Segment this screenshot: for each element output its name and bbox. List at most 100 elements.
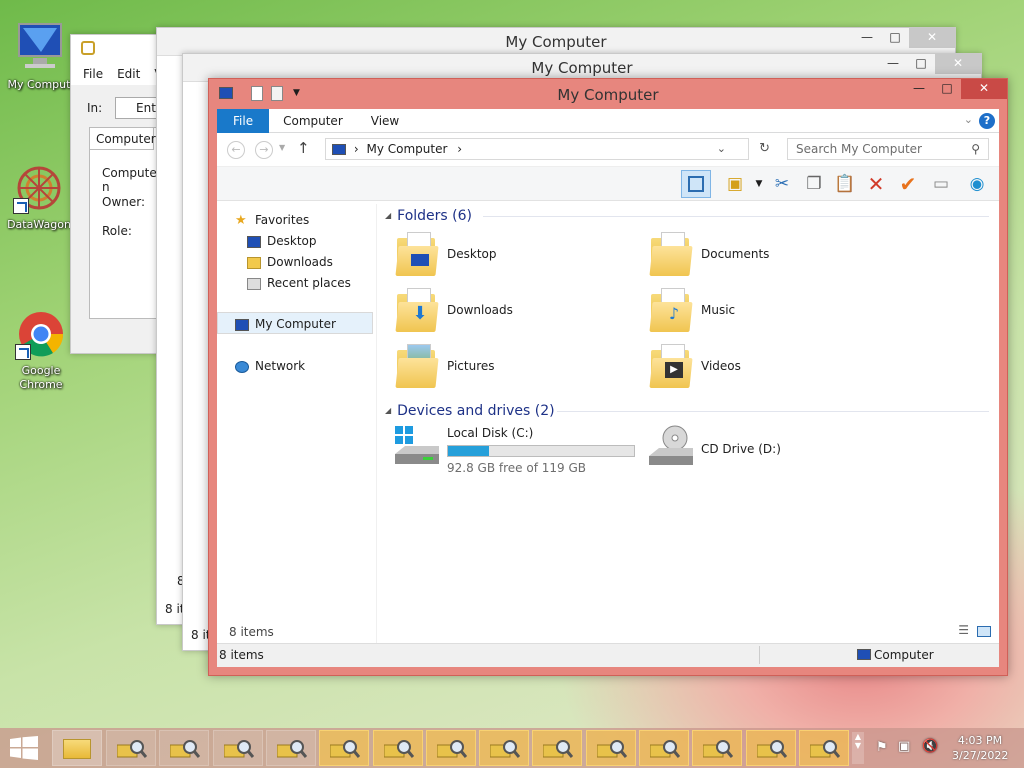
documents-folder-icon [649, 232, 693, 276]
address-bar[interactable]: › My Computer › ⌄ ↻ [325, 138, 770, 160]
drive-item-d[interactable]: CD Drive (D:) [647, 424, 897, 474]
drive-item-c[interactable]: Local Disk (C:) 92.8 GB free of 119 GB [393, 424, 643, 475]
up-button[interactable]: ↑ [297, 139, 310, 157]
network-status-icon[interactable]: ▣ [898, 739, 910, 754]
dropdown-icon[interactable]: ▼ [747, 172, 771, 196]
shortcut-arrow-icon [13, 198, 29, 214]
address-path[interactable]: My Computer [366, 142, 447, 156]
minimize-button[interactable]: — [905, 79, 933, 99]
nav-my-computer-label[interactable]: My Computer [235, 314, 336, 334]
checkbox-folder-icon[interactable]: ▣ [723, 172, 747, 196]
folder-label: Videos [701, 359, 741, 373]
nav-label: Recent places [267, 276, 351, 290]
folders-group-header[interactable]: ◢ Folders (6) [385, 206, 472, 226]
tab-computers[interactable]: Computers [90, 128, 162, 150]
close-button[interactable]: ✕ [935, 54, 981, 74]
status-items: 8 items [219, 648, 264, 662]
delete-icon[interactable]: ✕ [864, 172, 888, 196]
taskbar-app-button[interactable] [159, 730, 210, 766]
status-bar: 8 items Computer [217, 643, 999, 667]
taskbar-app-button[interactable] [585, 730, 636, 766]
nav-downloads[interactable]: Downloads [247, 252, 333, 272]
search-input[interactable]: Search My Computer ⚲ [787, 138, 989, 160]
taskbar-overflow[interactable]: ▲ ▼ [852, 732, 864, 764]
tab-file[interactable]: File [217, 109, 270, 133]
devices-group-header[interactable]: ◢ Devices and drives (2) [385, 401, 555, 421]
desktop-icon-my-computer[interactable]: My Comput [2, 20, 76, 92]
folder-item-pictures[interactable]: Pictures [395, 344, 637, 394]
rename-icon[interactable]: ▭ [929, 172, 953, 196]
menu-file[interactable]: File [83, 63, 103, 85]
search-directory-icon [702, 739, 734, 759]
window-title: My Computer [557, 86, 659, 104]
taskbar-app-button[interactable] [106, 730, 156, 766]
back-window[interactable]: File Edit V In: Enti Computers Computer … [70, 34, 175, 354]
taskbar-app-button[interactable] [372, 730, 423, 766]
folder-label: Desktop [447, 247, 497, 261]
minimize-button[interactable]: — [853, 28, 881, 48]
forward-button[interactable]: → [255, 141, 273, 159]
help-icon[interactable]: ? [979, 113, 995, 129]
close-button[interactable]: ✕ [909, 28, 955, 48]
taskbar-app-button[interactable] [265, 730, 316, 766]
refresh-icon[interactable]: ↻ [759, 139, 770, 159]
large-icons-view-icon[interactable] [977, 626, 991, 637]
start-button[interactable] [10, 736, 38, 760]
nav-label: Downloads [267, 255, 333, 269]
nav-label: Desktop [267, 234, 317, 248]
volume-muted-icon[interactable]: 🔇 [922, 739, 938, 754]
globe-icon[interactable]: ◉ [965, 172, 989, 196]
taskbar-app-button[interactable] [319, 730, 370, 766]
taskbar-app-button[interactable] [479, 730, 530, 766]
taskbar-file-explorer[interactable] [52, 730, 102, 766]
clock[interactable]: 4:03 PM 3/27/2022 [952, 733, 1008, 763]
checkmark-icon[interactable]: ✔ [896, 172, 920, 196]
taskbar-app-button[interactable] [425, 730, 476, 766]
navigation-pane: ★ Favorites Desktop Downloads Recent plac… [217, 204, 377, 643]
taskbar-app-button[interactable] [692, 730, 743, 766]
folder-item-desktop[interactable]: Desktop [395, 232, 637, 282]
ribbon-expand-icon[interactable]: ⌄ [964, 113, 973, 126]
desktop-icon-chrome[interactable]: Google Chrome [4, 306, 78, 392]
back-button[interactable]: ← [227, 141, 245, 159]
preview-pane-button[interactable] [681, 170, 711, 198]
details-view-icon[interactable]: ☰ [958, 623, 969, 637]
paste-icon[interactable]: 📋 [833, 172, 857, 196]
address-dropdown-icon[interactable]: ⌄ [717, 139, 726, 159]
folder-item-videos[interactable]: ▶ Videos [649, 344, 891, 394]
taskbar-app-button[interactable] [532, 730, 583, 766]
maximize-button[interactable]: □ [933, 79, 961, 99]
taskbar-app-button[interactable] [639, 730, 689, 766]
maximize-button[interactable]: □ [881, 28, 909, 48]
menu-edit[interactable]: Edit [117, 63, 140, 85]
window-title: My Computer [505, 33, 607, 51]
search-directory-icon [489, 739, 521, 759]
computer-small-icon [332, 144, 346, 155]
tab-computer[interactable]: Computer [269, 109, 357, 133]
nav-desktop[interactable]: Desktop [247, 231, 317, 251]
taskbar-app-button[interactable] [798, 730, 849, 766]
in-label: In: [87, 101, 103, 115]
maximize-button[interactable]: □ [907, 54, 935, 74]
minimize-button[interactable]: — [879, 54, 907, 74]
taskbar-app-button[interactable] [212, 730, 263, 766]
desktop-icon-datawagon[interactable]: DataWagon [2, 160, 76, 232]
folder-item-downloads[interactable]: ⬇ Downloads [395, 288, 637, 338]
nav-recent-places[interactable]: Recent places [247, 273, 351, 293]
music-folder-icon: ♪ [649, 288, 693, 332]
folder-item-documents[interactable]: Documents [649, 232, 891, 282]
drive-label: CD Drive (D:) [701, 442, 781, 456]
tab-view[interactable]: View [357, 109, 413, 133]
nav-network[interactable]: Network [235, 356, 305, 376]
desktop-icon [247, 235, 261, 248]
cut-icon[interactable]: ✂ [770, 172, 794, 196]
action-center-flag-icon[interactable]: ⚑ [876, 740, 888, 755]
recent-locations-icon[interactable]: ▼ [279, 143, 285, 152]
devices-group-label: Devices and drives (2) [397, 403, 555, 419]
explorer-window-main[interactable]: ▼ My Computer — □ ✕ File Computer View ⌄… [208, 78, 1008, 676]
close-button[interactable]: ✕ [961, 79, 1007, 99]
folder-item-music[interactable]: ♪ Music [649, 288, 891, 338]
taskbar-app-button[interactable] [745, 730, 796, 766]
copy-icon[interactable]: ❐ [802, 172, 826, 196]
nav-favorites[interactable]: ★ Favorites [235, 210, 309, 230]
